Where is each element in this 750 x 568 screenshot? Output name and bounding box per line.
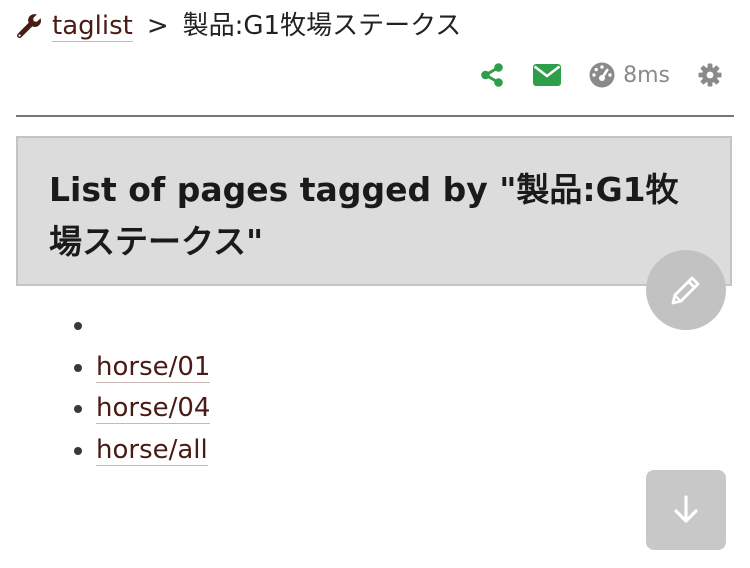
tagged-page-link[interactable]: horse/01 xyxy=(96,351,211,383)
mail-button[interactable] xyxy=(533,64,562,86)
breadcrumb-separator: > xyxy=(146,11,169,41)
breadcrumb-current-page: 製品:G1牧場ステークス xyxy=(182,11,462,41)
arrow-down-icon xyxy=(674,495,698,523)
tagged-page-link[interactable]: horse/04 xyxy=(96,393,211,424)
breadcrumb-taglist-link[interactable]: taglist xyxy=(52,11,133,42)
dashboard-icon xyxy=(589,62,615,88)
envelope-icon xyxy=(533,64,562,86)
list-item: horse/01 xyxy=(96,347,211,389)
wrench-icon xyxy=(16,13,42,39)
tagged-page-link[interactable]: horse/all xyxy=(96,434,208,466)
page-title: List of pages tagged by "製品:G1牧場ステークス" xyxy=(49,170,679,261)
page-title-box: List of pages tagged by "製品:G1牧場ステークス" xyxy=(16,136,732,286)
scroll-down-button[interactable] xyxy=(646,470,726,550)
list-item: horse/04 xyxy=(96,388,211,430)
list-item: horse/all xyxy=(96,430,210,472)
render-time-value: 8ms xyxy=(623,62,670,88)
tagged-pages-list: horse/01 horse/04 horse/all xyxy=(48,305,211,472)
pencil-icon xyxy=(671,276,700,305)
settings-button[interactable] xyxy=(698,63,722,87)
header-divider xyxy=(16,115,734,117)
list-item xyxy=(96,305,210,347)
render-time: 8ms xyxy=(589,62,670,88)
edit-button[interactable] xyxy=(646,250,726,330)
breadcrumb: taglist > 製品:G1牧場ステークス xyxy=(16,8,461,44)
toolbar: 8ms xyxy=(451,58,722,92)
page: taglist > 製品:G1牧場ステークス 8ms List of pages… xyxy=(0,0,750,568)
share-icon xyxy=(481,63,503,87)
share-button[interactable] xyxy=(479,62,505,88)
gear-icon xyxy=(698,63,722,87)
